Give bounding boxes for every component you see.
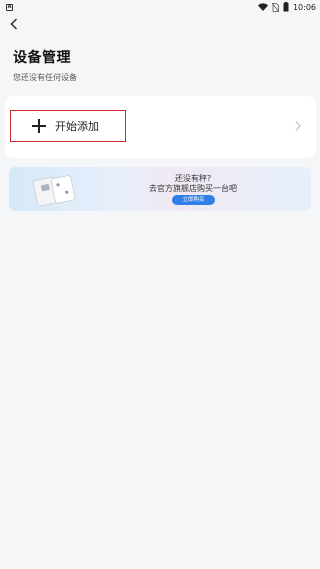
start-adding-label: 开始添加 (55, 120, 99, 133)
app-notification-icon: A (6, 3, 13, 11)
page-title: 设备管理 (13, 50, 71, 66)
plus-icon (32, 119, 46, 133)
wifi-icon (257, 3, 268, 11)
status-right: 10:06 (257, 2, 316, 12)
status-bar: A 10:06 (0, 0, 320, 14)
back-button[interactable] (6, 16, 22, 32)
status-left: A (6, 3, 13, 11)
buy-now-button[interactable]: 立即购买 (172, 195, 215, 205)
back-arrow-icon (10, 18, 17, 30)
start-adding-button[interactable]: 开始添加 (10, 110, 126, 142)
promo-banner[interactable]: 还没有秤? 去官方旗舰店购买一台吧 立即购买 (9, 167, 311, 211)
banner-line2: 去官方旗舰店购买一台吧 (149, 184, 237, 193)
add-device-card[interactable]: 开始添加 (5, 96, 316, 158)
no-sim-icon (271, 2, 279, 12)
chevron-right-icon (295, 121, 301, 131)
status-time: 10:06 (292, 2, 316, 12)
page-subtitle: 您还没有任何设备 (13, 73, 77, 82)
battery-icon (283, 2, 289, 12)
